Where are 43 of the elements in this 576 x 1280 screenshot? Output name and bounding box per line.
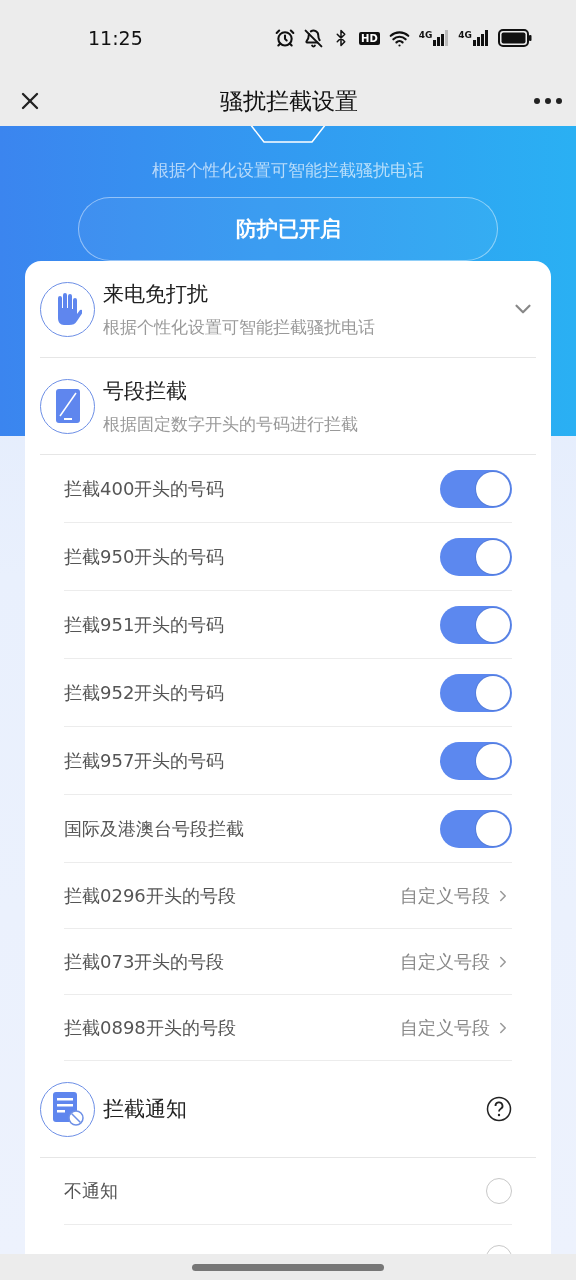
custom-range-link[interactable]: 自定义号段 (400, 883, 512, 908)
toggle-switch[interactable] (440, 741, 512, 780)
custom-range-link[interactable]: 自定义号段 (400, 1015, 512, 1040)
toggle-switch[interactable] (440, 673, 512, 712)
more-icon (534, 98, 562, 104)
row-label: 拦截951开头的号码 (64, 612, 225, 637)
alarm-icon (275, 28, 295, 48)
section-title: 拦截通知 (103, 1096, 188, 1123)
row-label: 拦截073开头的号段 (64, 949, 225, 974)
toggle-switch[interactable] (440, 537, 512, 576)
status-time: 11:25 (88, 27, 143, 49)
toggle-switch[interactable] (440, 605, 512, 644)
phone-icon (54, 388, 81, 424)
row-label: 拦截952开头的号码 (64, 680, 225, 705)
toggle-switch[interactable] (440, 469, 512, 508)
signal-icon (473, 30, 489, 46)
row-label: 拦截957开头的号码 (64, 748, 225, 773)
bell-off-icon (304, 28, 323, 48)
hd-badge: HD (359, 31, 380, 45)
row-label: 拦截400开头的号码 (64, 476, 225, 501)
section-title: 来电免打扰 (103, 280, 209, 308)
document-block-icon (51, 1091, 84, 1127)
row-label: 拦截0296开头的号段 (64, 883, 236, 908)
row-label: 拦截0898开头的号段 (64, 1015, 236, 1040)
more-button[interactable] (534, 98, 562, 104)
network-label: 4G (458, 30, 472, 40)
custom-range-link[interactable]: 自定义号段 (400, 949, 512, 974)
battery-icon (498, 29, 532, 47)
network-label: 4G (418, 30, 433, 40)
section-title: 号段拦截 (103, 377, 188, 405)
row-label: 拦截950开头的号码 (64, 544, 225, 569)
option-label: 不通知 (64, 1179, 118, 1203)
row-label: 国际及港澳台号段拦截 (64, 816, 244, 841)
help-icon[interactable] (486, 1096, 512, 1122)
section-subtitle: 根据个性化设置可智能拦截骚扰电话 (103, 315, 376, 339)
hero-subtitle: 根据个性化设置可智能拦截骚扰电话 (152, 159, 424, 182)
protection-button[interactable]: 防护已开启 (78, 197, 498, 261)
signal-icon (433, 30, 450, 46)
radio-button[interactable] (486, 1178, 512, 1204)
page-title: 骚扰拦截设置 (220, 86, 358, 116)
home-indicator[interactable] (192, 1263, 384, 1271)
toggle-switch[interactable] (440, 809, 512, 848)
section-subtitle: 根据固定数字开头的号码进行拦截 (103, 412, 359, 436)
